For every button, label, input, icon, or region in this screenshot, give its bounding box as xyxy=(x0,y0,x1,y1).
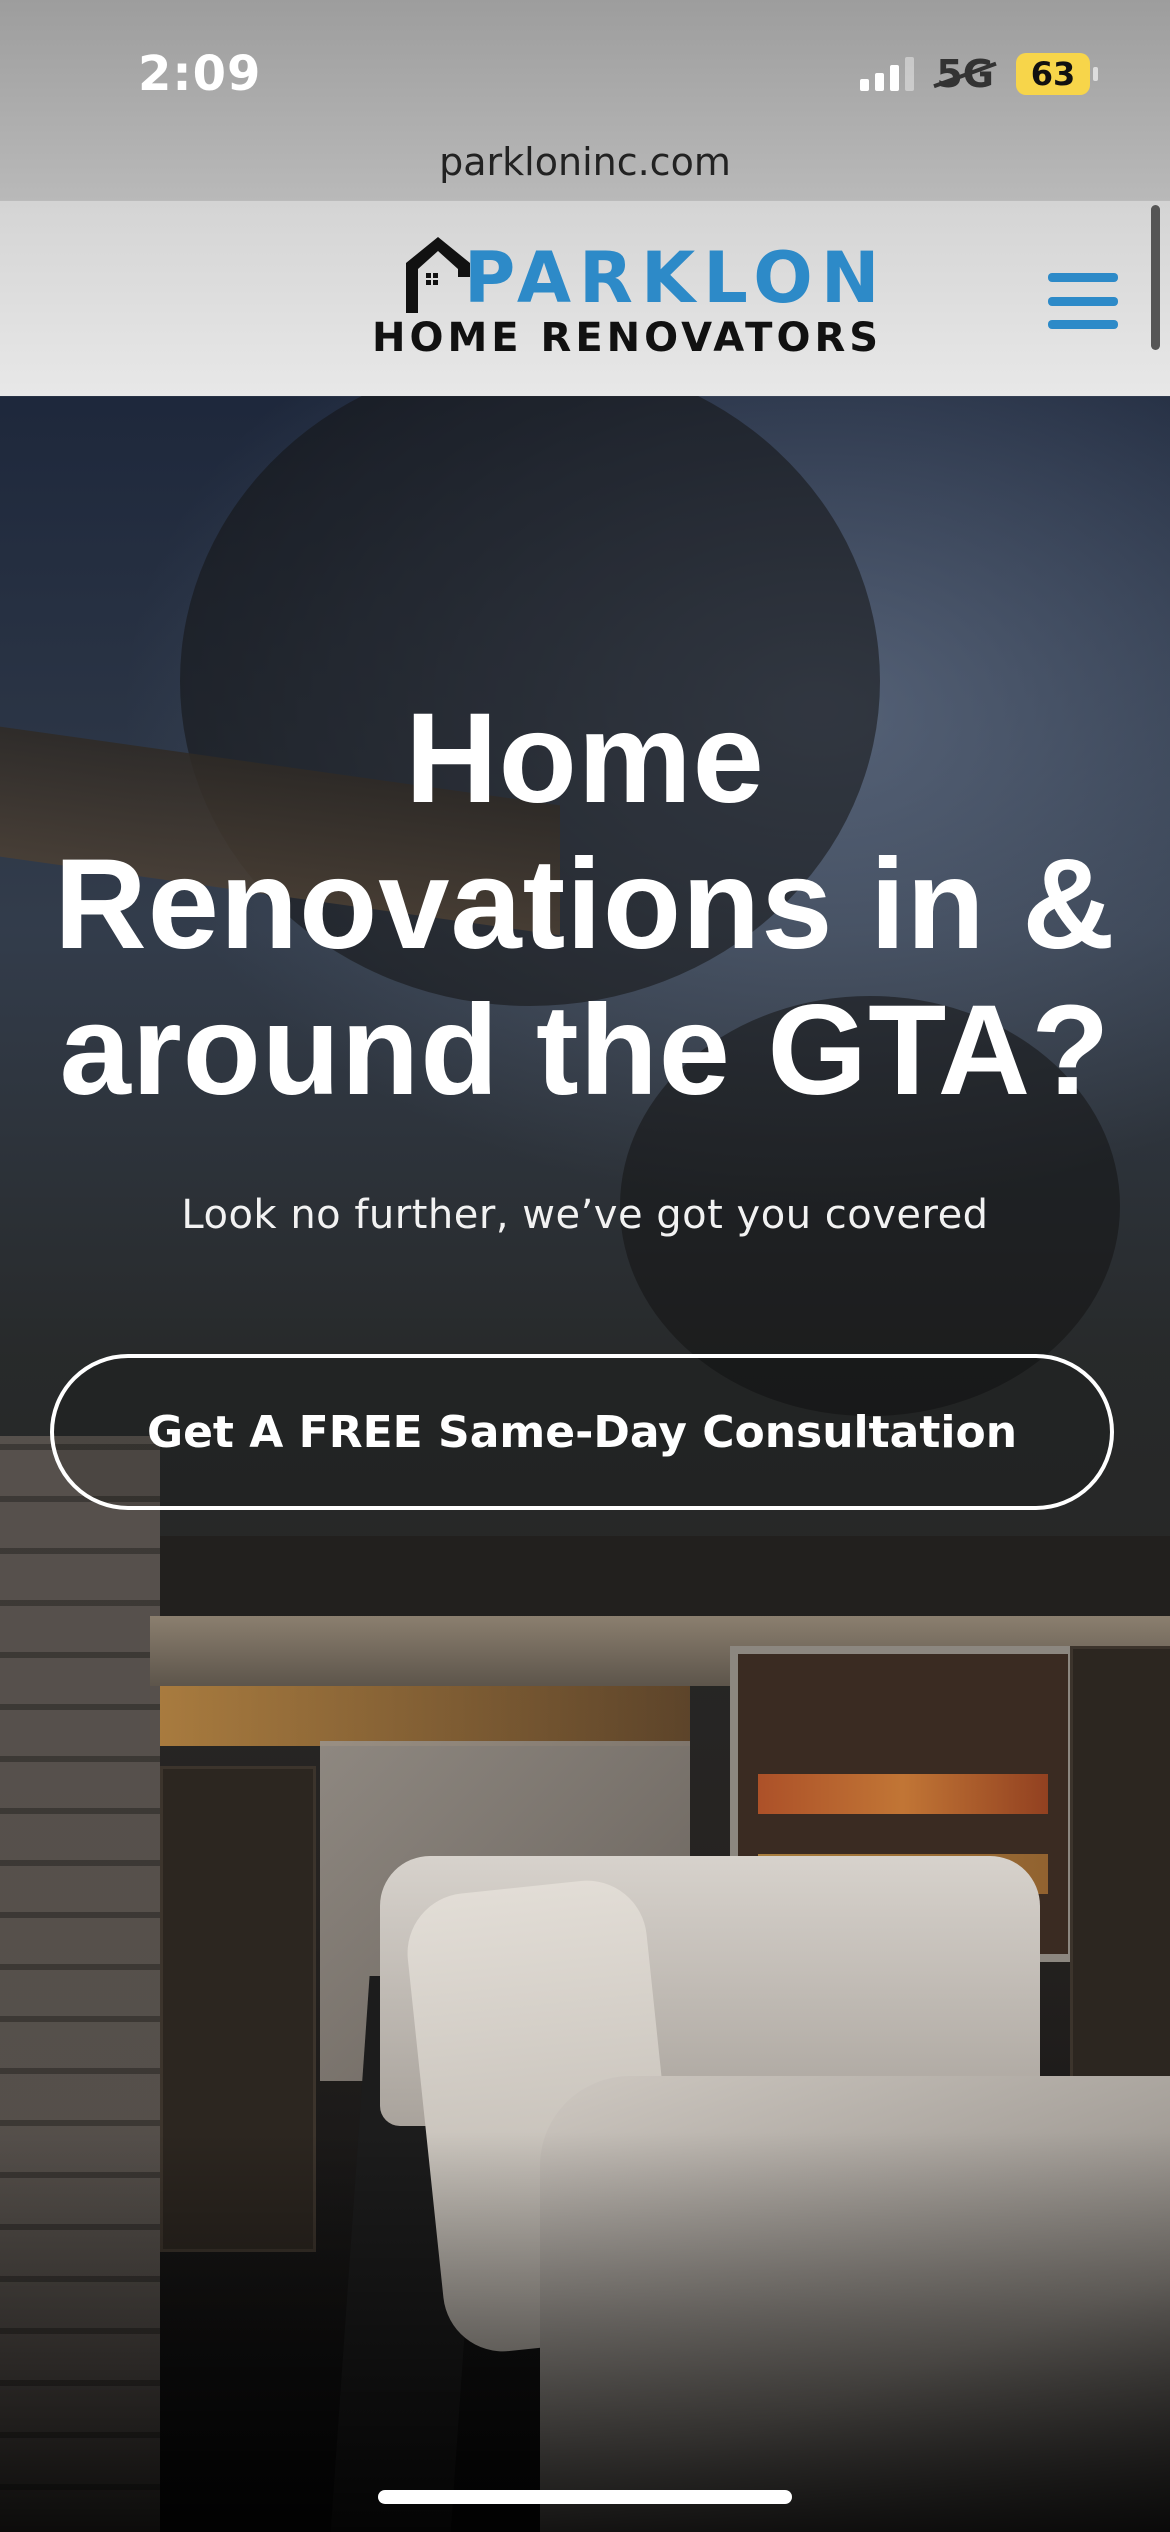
hero-background-light xyxy=(160,1686,690,1746)
hero-heading: Home Renovations in & around the GTA? xyxy=(0,686,1170,1124)
logo-wordmark: PARKLON xyxy=(464,237,888,319)
status-time: 2:09 xyxy=(138,46,262,102)
status-bar: 2:09 5G 63 parkloninc.com xyxy=(0,0,1170,200)
home-indicator[interactable] xyxy=(378,2490,792,2504)
site-logo[interactable]: PARKLON HOME RENOVATORS xyxy=(372,233,879,363)
network-type: 5G xyxy=(936,52,994,96)
hero-heading-line: Home xyxy=(405,687,765,830)
hero-subtitle: Look no further, we’ve got you covered xyxy=(181,1192,989,1238)
cellular-signal-icon xyxy=(860,57,915,91)
page-scrollbar[interactable] xyxy=(1151,205,1160,350)
logo-tagline: HOME RENOVATORS xyxy=(372,315,883,361)
site-header: PARKLON HOME RENOVATORS xyxy=(0,200,1170,397)
battery-icon: 63 xyxy=(1016,53,1098,95)
hamburger-menu-icon[interactable] xyxy=(1048,273,1118,329)
status-indicators: 5G 63 xyxy=(860,52,1098,96)
hero-background-shade xyxy=(0,2132,1170,2532)
free-consultation-button[interactable]: Get A FREE Same-Day Consultation xyxy=(50,1354,1114,1510)
hero-section: Home Renovations in & around the GTA? Lo… xyxy=(0,396,1170,2532)
cta-label: Get A FREE Same-Day Consultation xyxy=(146,1406,1018,1458)
hero-heading-line: Renovations in & xyxy=(54,833,1116,976)
hero-heading-line: around the GTA? xyxy=(59,979,1111,1122)
address-bar-url[interactable]: parkloninc.com xyxy=(0,140,1170,184)
battery-level: 63 xyxy=(1030,55,1076,93)
hero-background-cabinet xyxy=(1070,1646,1170,2132)
